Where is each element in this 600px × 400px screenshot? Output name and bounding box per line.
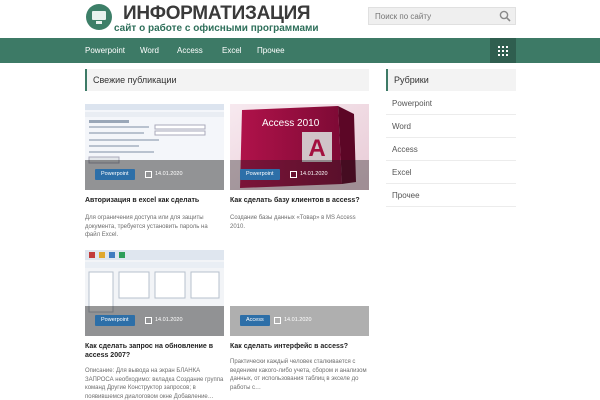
- sidebar-item-excel[interactable]: Excel: [386, 161, 516, 184]
- nav-item-access[interactable]: Access: [177, 38, 203, 63]
- search-input[interactable]: [369, 8, 495, 24]
- post-category-tag[interactable]: Powerpoint: [95, 315, 135, 326]
- sidebar-item-access[interactable]: Access: [386, 138, 516, 161]
- post-card: Access 14.01.2020 Как сделать интерфейс …: [230, 250, 369, 400]
- access-box-label: Access 2010: [262, 118, 320, 129]
- grid-menu-icon[interactable]: [490, 38, 516, 63]
- post-category-tag[interactable]: Powerpoint: [240, 169, 280, 180]
- nav-item-powerpoint[interactable]: Powerpoint: [85, 38, 125, 63]
- post-date: 14.01.2020: [290, 169, 328, 180]
- post-card: Powerpoint 14.01.2020 Как сделать запрос…: [85, 250, 224, 400]
- post-excerpt: Создание базы данных «Товар» в MS Access…: [230, 215, 356, 230]
- calendar-icon: [274, 317, 281, 324]
- post-title[interactable]: Как сделать базу клиентов в access?: [230, 196, 369, 205]
- site-title[interactable]: ИНФОРМАТИЗАЦИЯ: [123, 3, 311, 25]
- section-title: Свежие публикации: [85, 69, 369, 91]
- post-card: A Access 2010 Powerpoint 14.01.2020 Как …: [230, 104, 369, 244]
- nav-item-word[interactable]: Word: [140, 38, 159, 63]
- post-excerpt: Описание: Для вывода на экран БЛАНКА ЗАП…: [85, 368, 224, 400]
- nav-item-excel[interactable]: Excel: [222, 38, 242, 63]
- post-title[interactable]: Авторизация в excel как сделать: [85, 196, 224, 205]
- post-thumbnail[interactable]: Powerpoint 14.01.2020: [85, 250, 224, 336]
- post-thumbnail[interactable]: Access 14.01.2020: [230, 250, 369, 336]
- sidebar-item-other[interactable]: Прочее: [386, 184, 516, 207]
- monitor-icon[interactable]: [86, 4, 112, 30]
- sidebar-item-word[interactable]: Word: [386, 115, 516, 138]
- post-thumbnail[interactable]: A Access 2010 Powerpoint 14.01.2020: [230, 104, 369, 190]
- nav-item-other[interactable]: Прочее: [257, 38, 285, 63]
- search-icon[interactable]: [499, 10, 511, 22]
- post-category-tag[interactable]: Powerpoint: [95, 169, 135, 180]
- post-date: 14.01.2020: [145, 315, 183, 326]
- calendar-icon: [145, 171, 152, 178]
- post-thumbnail[interactable]: Powerpoint 14.01.2020: [85, 104, 224, 190]
- main-nav: Powerpoint Word Access Excel Прочее: [0, 38, 600, 63]
- sidebar-item-powerpoint[interactable]: Powerpoint: [386, 92, 516, 115]
- post-title[interactable]: Как сделать запрос на обновление в acces…: [85, 342, 224, 360]
- sidebar-title: Рубрики: [386, 69, 516, 91]
- post-date: 14.01.2020: [274, 315, 312, 326]
- site-tagline: сайт о работе с офисными программами: [114, 23, 319, 34]
- site-header: ИНФОРМАТИЗАЦИЯ сайт о работе с офисными …: [0, 0, 600, 38]
- calendar-icon: [145, 317, 152, 324]
- post-excerpt: Практически каждый человек сталкивается …: [230, 359, 367, 391]
- post-category-tag[interactable]: Access: [240, 315, 270, 326]
- post-card: Powerpoint 14.01.2020 Авторизация в exce…: [85, 104, 224, 244]
- svg-text:A: A: [308, 135, 325, 162]
- post-title[interactable]: Как сделать интерфейс в access?: [230, 342, 369, 351]
- post-excerpt: Для ограничения доступа или для защиты д…: [85, 215, 208, 238]
- calendar-icon: [290, 171, 297, 178]
- post-date: 14.01.2020: [145, 169, 183, 180]
- search-box: [368, 7, 516, 25]
